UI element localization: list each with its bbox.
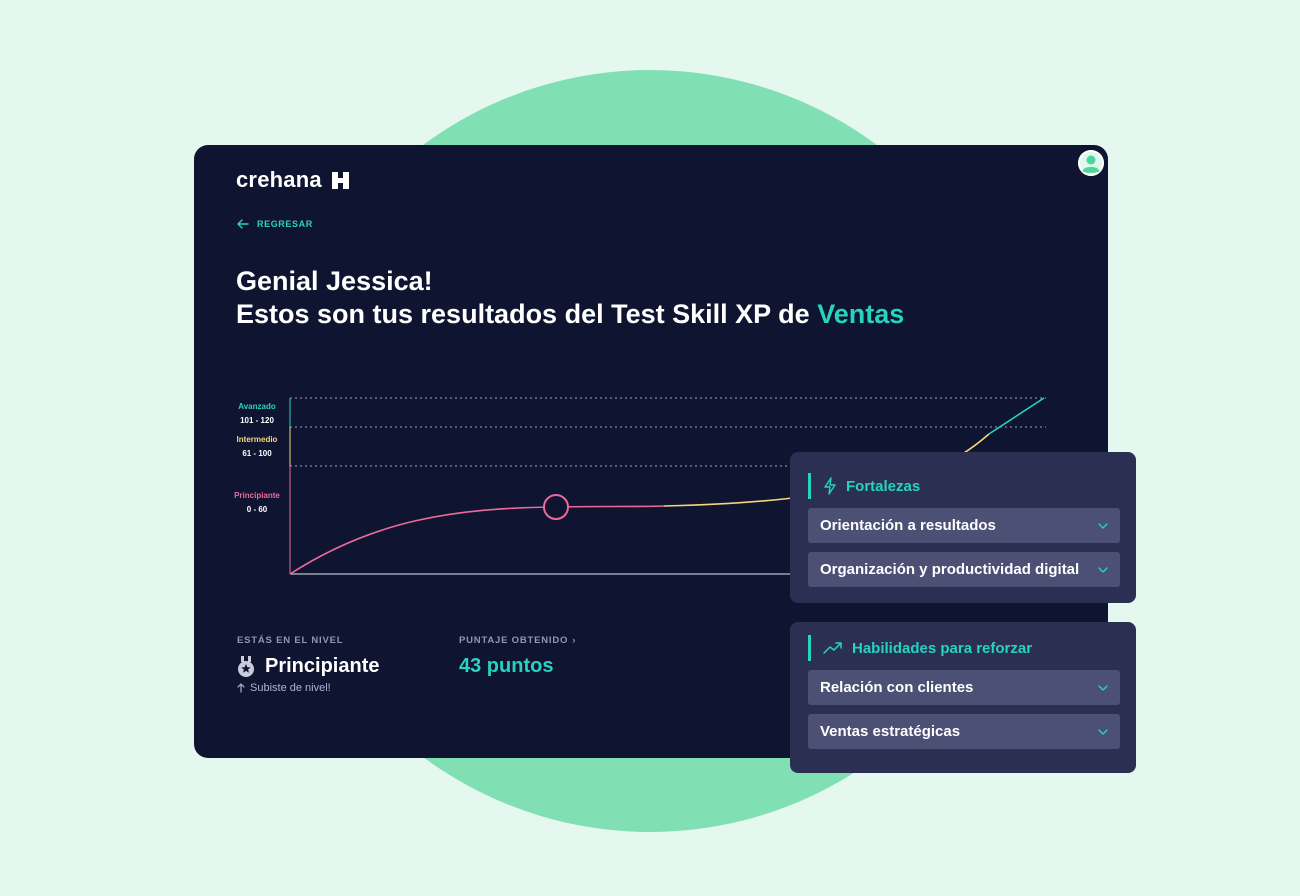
level-stat: ESTÁS EN EL NIVEL Principiante Subiste d… <box>237 635 379 694</box>
tier-beginner-name: Principiante <box>234 491 280 500</box>
current-score-marker <box>543 494 569 520</box>
strengths-title: Fortalezas <box>846 477 921 495</box>
trending-up-icon <box>823 642 842 654</box>
strength-item-label: Orientación a resultados <box>820 517 996 534</box>
score-value: 43 puntos <box>459 655 554 677</box>
arrow-up-icon <box>237 683 245 693</box>
improve-panel: Habilidades para reforzar Relación con c… <box>790 622 1136 773</box>
chevron-down-icon <box>1098 522 1108 529</box>
score-stat: PUNTAJE OBTENIDO › 43 puntos <box>459 635 576 678</box>
improve-header: Habilidades para reforzar <box>808 635 1120 661</box>
tier-advanced-range: 101 - 120 <box>240 416 274 425</box>
level-row: Principiante <box>237 655 379 678</box>
level-value: Principiante <box>265 655 380 677</box>
level-up-note: Subiste de nivel! <box>237 682 379 694</box>
lightning-icon <box>824 477 836 495</box>
tier-intermediate-name: Intermedio <box>237 435 278 444</box>
user-icon <box>1078 150 1104 176</box>
strength-item[interactable]: Organización y productividad digital <box>808 552 1120 587</box>
improve-title: Habilidades para reforzar <box>852 639 1033 657</box>
chevron-down-icon <box>1098 566 1108 573</box>
medal-icon <box>238 655 254 677</box>
user-avatar[interactable] <box>1078 150 1104 176</box>
strength-item[interactable]: Orientación a resultados <box>808 508 1120 543</box>
score-label: PUNTAJE OBTENIDO <box>459 635 569 646</box>
score-label-link[interactable]: PUNTAJE OBTENIDO › <box>459 635 576 646</box>
tier-intermediate-range: 61 - 100 <box>242 449 272 458</box>
strengths-panel: Fortalezas Orientación a resultados Orga… <box>790 452 1136 603</box>
improve-item[interactable]: Ventas estratégicas <box>808 714 1120 749</box>
improve-item-label: Relación con clientes <box>820 679 974 696</box>
strength-item-label: Organización y productividad digital <box>820 561 1080 578</box>
chevron-right-icon: › <box>572 635 577 646</box>
curve-advanced <box>988 397 1045 435</box>
tier-beginner-range: 0 - 60 <box>247 505 268 514</box>
curve-beginner <box>289 505 665 575</box>
improve-item[interactable]: Relación con clientes <box>808 670 1120 705</box>
level-label: ESTÁS EN EL NIVEL <box>237 635 344 646</box>
chevron-down-icon <box>1098 684 1108 691</box>
chevron-down-icon <box>1098 728 1108 735</box>
improve-item-label: Ventas estratégicas <box>820 723 961 740</box>
strengths-header: Fortalezas <box>808 473 1120 499</box>
level-up-text: Subiste de nivel! <box>250 682 331 694</box>
tier-advanced-name: Avanzado <box>238 402 276 411</box>
